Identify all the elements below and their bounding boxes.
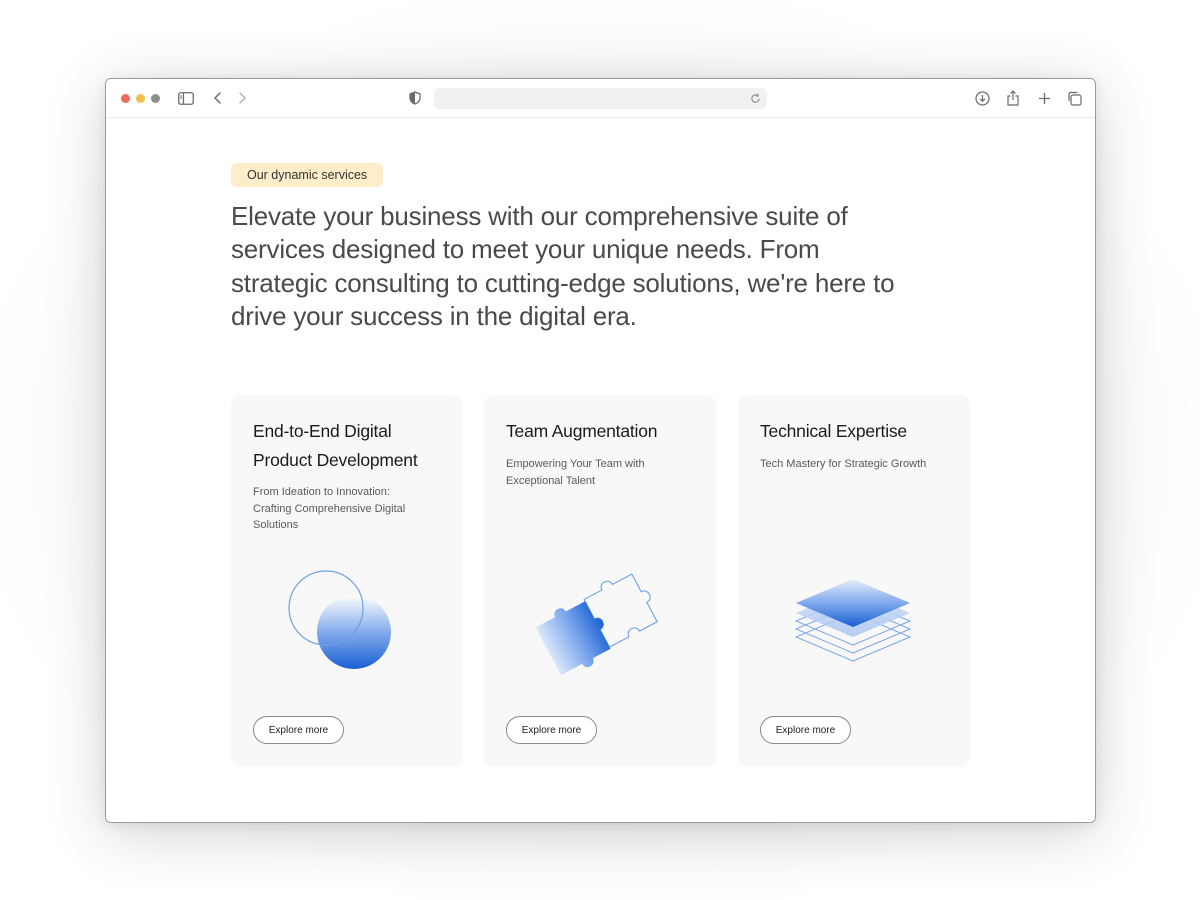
reload-icon[interactable] <box>747 90 763 106</box>
card-title: Team Augmentation <box>506 421 658 441</box>
browser-toolbar <box>106 79 1095 118</box>
puzzle-pieces-icon <box>520 555 680 690</box>
section-headline: Elevate your business with our comprehen… <box>231 201 895 331</box>
address-input[interactable] <box>442 90 746 108</box>
share-icon[interactable] <box>1003 88 1023 108</box>
service-card-digital-product[interactable]: End-to-End Digital Product Development F… <box>231 395 463 767</box>
privacy-shield-icon[interactable] <box>405 88 425 108</box>
minimize-window-button[interactable] <box>136 94 145 103</box>
new-tab-icon[interactable] <box>1034 88 1054 108</box>
browser-window: Our dynamic services Elevate your busine… <box>105 78 1096 823</box>
service-card-technical-expertise[interactable]: Technical Expertise Tech Mastery for Str… <box>738 395 970 767</box>
card-title: End-to-End Digital Product Development <box>253 421 418 470</box>
explore-more-button[interactable]: Explore more <box>253 716 344 744</box>
zoom-window-button[interactable] <box>151 94 160 103</box>
card-description: Tech Mastery for Strategic Growth <box>760 458 927 470</box>
back-icon[interactable] <box>208 88 228 108</box>
page-content: Our dynamic services Elevate your busine… <box>106 118 1095 822</box>
tab-overview-icon[interactable] <box>1064 88 1084 108</box>
card-description: From Ideation to Innovation: Crafting Co… <box>253 486 406 531</box>
downloads-icon[interactable] <box>972 88 992 108</box>
section-badge: Our dynamic services <box>231 163 384 187</box>
explore-more-button[interactable]: Explore more <box>506 716 597 744</box>
explore-more-button[interactable]: Explore more <box>760 716 851 744</box>
overlapping-circles-icon <box>267 555 427 690</box>
address-bar[interactable] <box>434 88 767 109</box>
forward-icon[interactable] <box>232 88 252 108</box>
card-title: Technical Expertise <box>760 421 907 441</box>
stacked-layers-icon <box>774 555 934 690</box>
sidebar-toggle-icon[interactable] <box>176 88 196 108</box>
service-card-team-augmentation[interactable]: Team Augmentation Empowering Your Team w… <box>484 395 716 767</box>
card-description: Empowering Your Team with Exceptional Ta… <box>506 458 645 487</box>
close-window-button[interactable] <box>121 94 130 103</box>
